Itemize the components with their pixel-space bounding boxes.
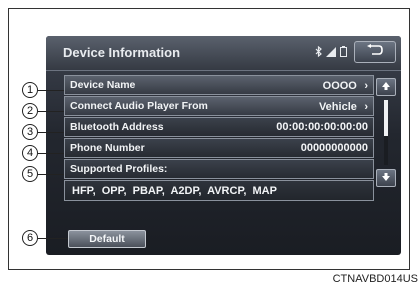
callout-2: 2: [22, 103, 38, 119]
callout-6: 6: [22, 230, 38, 246]
scrollbar-thumb[interactable]: [384, 100, 388, 136]
callout-leader: [38, 111, 64, 112]
callout-leader: [38, 153, 64, 154]
bluetooth-address-value: 00:00:00:00:00:00: [276, 121, 368, 133]
callout-3: 3: [22, 124, 38, 140]
bluetooth-address-label: Bluetooth Address: [70, 121, 164, 133]
phone-number-row: Phone Number 00000000000: [64, 138, 374, 158]
scroll-up-button[interactable]: [376, 78, 396, 96]
device-information-screen: Device Information Device Name OOOO › Co…: [46, 36, 401, 255]
status-icons: [315, 45, 347, 60]
scroll-up-icon: [381, 78, 391, 96]
phone-number-value: 00000000000: [300, 142, 368, 154]
battery-icon: [340, 46, 347, 60]
supported-profiles-row: Supported Profiles:: [64, 159, 374, 179]
back-arrow-icon: [366, 43, 384, 61]
connect-audio-player-label: Connect Audio Player From: [70, 100, 208, 112]
signal-icon: [326, 46, 336, 60]
callout-4: 4: [22, 145, 38, 161]
device-name-value: OOOO: [322, 80, 357, 92]
bluetooth-address-row: Bluetooth Address 00:00:00:00:00:00: [64, 117, 374, 137]
chevron-right-icon: ›: [364, 80, 368, 92]
callout-5: 5: [22, 166, 38, 182]
scrollbar[interactable]: [384, 100, 388, 165]
callout-leader: [38, 132, 64, 133]
device-name-row[interactable]: Device Name OOOO ›: [64, 75, 374, 95]
default-button[interactable]: Default: [68, 230, 146, 248]
phone-number-label: Phone Number: [70, 142, 145, 154]
screen-title: Device Information: [63, 45, 181, 60]
info-list: Device Name OOOO › Connect Audio Player …: [64, 75, 374, 201]
connect-audio-player-row[interactable]: Connect Audio Player From Vehicle ›: [64, 96, 374, 116]
callout-leader: [38, 90, 64, 91]
scroll-down-icon: [381, 169, 391, 187]
back-button[interactable]: [354, 41, 396, 63]
chevron-right-icon: ›: [364, 101, 368, 113]
profiles-list-row: HFP, OPP, PBAP, A2DP, AVRCP, MAP: [64, 180, 374, 201]
supported-profiles-label: Supported Profiles:: [70, 163, 168, 175]
header-bar: Device Information: [46, 36, 401, 71]
profiles-list: HFP, OPP, PBAP, A2DP, AVRCP, MAP: [72, 184, 277, 197]
callout-leader: [38, 238, 68, 239]
bluetooth-icon: [315, 45, 322, 60]
scroll-down-button[interactable]: [376, 169, 396, 187]
device-name-label: Device Name: [70, 79, 136, 91]
callout-leader: [38, 174, 64, 175]
connect-audio-player-value: Vehicle: [318, 101, 357, 113]
callout-1: 1: [22, 82, 38, 98]
figure-caption: CTNAVBD014US: [332, 273, 418, 285]
